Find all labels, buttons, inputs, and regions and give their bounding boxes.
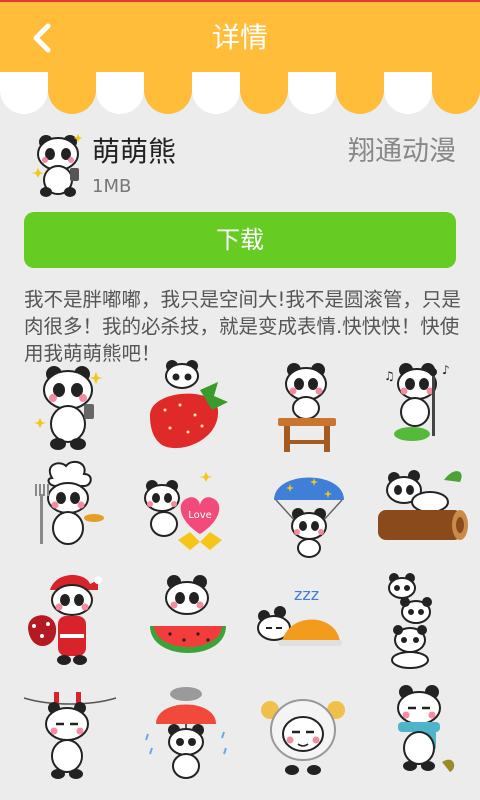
panda-on-stool-sticker[interactable]	[260, 360, 360, 460]
panda-selfie-sticker[interactable]	[20, 360, 120, 460]
app-name: 萌萌熊	[92, 135, 177, 168]
awning-decoration	[0, 72, 480, 118]
header-bar: 详情	[0, 0, 480, 72]
panda-strawberry-sticker[interactable]	[140, 360, 240, 460]
panda-umbrella-sticker[interactable]	[140, 684, 240, 784]
app-vendor: 翔通动漫	[348, 136, 456, 167]
sticker-grid: ♪ ♫ Love zzz	[0, 356, 480, 800]
panda-stack-sticker[interactable]	[372, 572, 472, 672]
panda-sheep-costume-sticker[interactable]	[256, 684, 356, 784]
panda-santa-sticker[interactable]	[20, 572, 120, 672]
panda-on-log-sticker[interactable]	[374, 460, 474, 560]
love-text: Love	[188, 510, 212, 521]
app-description: 我不是胖嘟嘟，我只是空间大!我不是圆滚管，只是肉很多！我的必杀技，就是变成表情.…	[24, 288, 461, 365]
panda-chef-sticker[interactable]	[22, 460, 122, 560]
panda-clothesline-sticker[interactable]	[20, 684, 120, 784]
zzz-text: zzz	[294, 585, 319, 604]
panda-watermelon-sticker[interactable]	[140, 572, 240, 672]
app-info: 萌萌熊 1MB 翔通动漫	[0, 118, 480, 208]
page-title: 详情	[211, 21, 268, 54]
panda-sleeping-sticker[interactable]: zzz	[252, 572, 352, 672]
svg-text:♫: ♫	[384, 369, 395, 383]
panda-singing-sticker[interactable]: ♪ ♫	[370, 360, 470, 460]
panda-parachute-sticker[interactable]	[262, 460, 362, 560]
panda-app-icon	[32, 134, 83, 197]
app-size: 1MB	[92, 176, 132, 197]
svg-text:♪: ♪	[442, 363, 450, 377]
download-button[interactable]: 下载	[24, 212, 456, 268]
panda-love-heart-sticker[interactable]: Love	[138, 460, 238, 560]
panda-scarf-sticker[interactable]	[372, 684, 472, 784]
